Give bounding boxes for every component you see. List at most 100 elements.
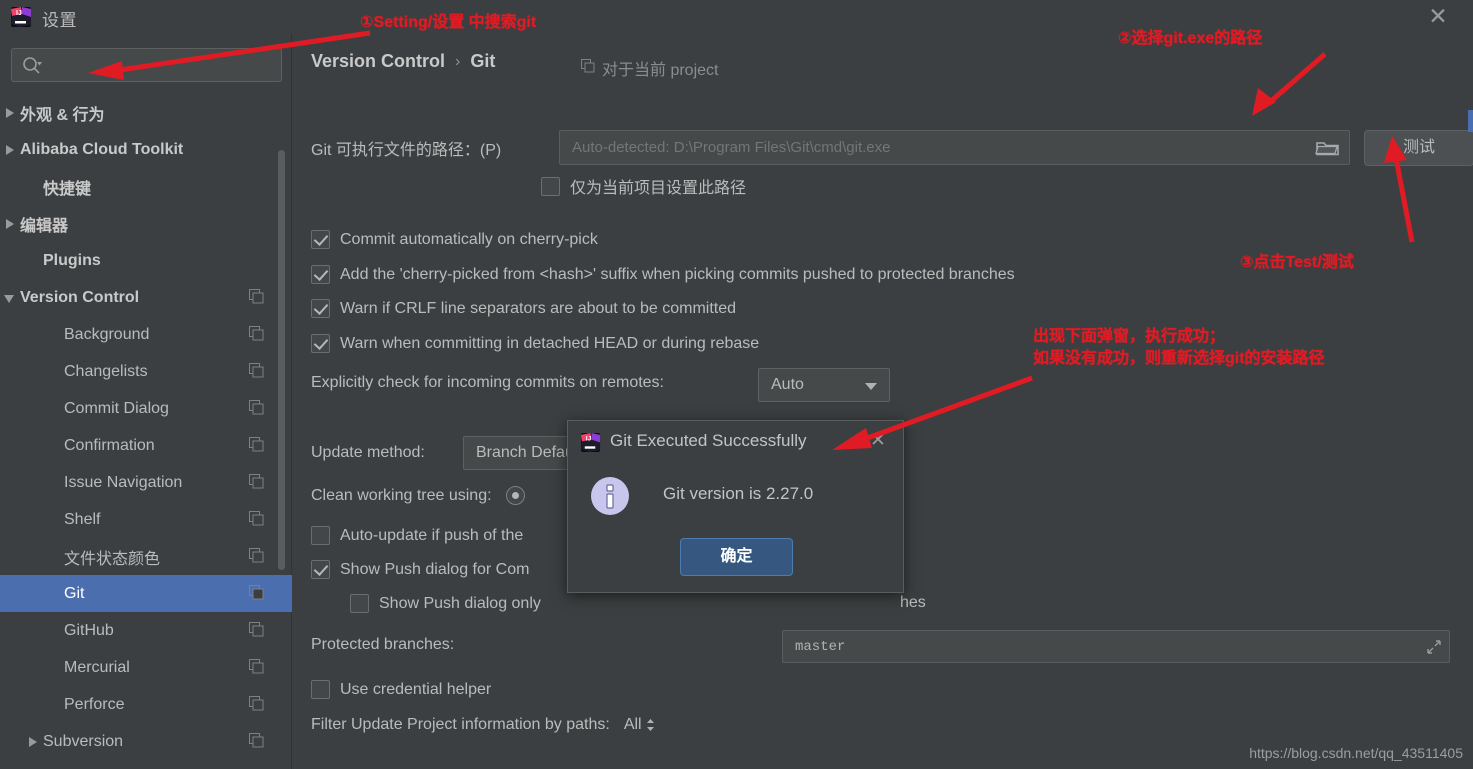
sidebar-item-label: Issue Navigation (64, 473, 183, 491)
copy-icon[interactable] (249, 363, 264, 378)
commit-automatically-checkbox[interactable] (311, 230, 330, 249)
sidebar-item-confirmation[interactable]: Confirmation (0, 427, 292, 464)
dialog-close-icon[interactable]: ✕ (867, 429, 889, 451)
sidebar-item-label: Subversion (43, 732, 124, 750)
sidebar-item-shelf[interactable]: Shelf (0, 501, 292, 538)
window-title: 设置 (42, 11, 77, 30)
warn-detached-head-checkbox[interactable] (311, 334, 330, 353)
only-project-path-checkbox[interactable] (541, 176, 560, 196)
sidebar-item-alibaba-cloud-toolkit[interactable]: Alibaba Cloud Toolkit (0, 131, 292, 168)
auto-update-checkbox[interactable] (311, 526, 330, 545)
search-input[interactable] (48, 49, 278, 81)
incoming-commits-select[interactable]: Auto (758, 368, 890, 402)
checkbox-row-1[interactable]: Add the 'cherry-picked from <hash>' suff… (311, 265, 1015, 284)
dialog-ok-button[interactable]: 确定 (680, 538, 793, 576)
copy-icon[interactable] (249, 585, 264, 600)
clean-working-tree-radio[interactable] (505, 486, 525, 505)
sidebar-item-github[interactable]: GitHub (0, 612, 292, 649)
expand-icon[interactable] (1426, 639, 1442, 655)
copy-icon[interactable] (249, 622, 264, 637)
annotation-1: ①Setting/设置 中搜索git (360, 14, 537, 31)
sidebar-item-perforce[interactable]: Perforce (0, 686, 292, 723)
chevron-right-icon[interactable] (2, 104, 20, 122)
chevron-right-icon[interactable] (2, 141, 20, 159)
project-scope-indicator: 对于当前 project (581, 56, 718, 80)
git-path-input[interactable] (572, 131, 1292, 164)
copy-icon[interactable] (249, 733, 264, 748)
dialog-title: Git Executed Successfully (610, 431, 807, 450)
sidebar-item-issue-navigation[interactable]: Issue Navigation (0, 464, 292, 501)
sidebar-item-plugins[interactable]: Plugins (0, 242, 292, 279)
sidebar-item-[interactable]: 外观 & 行为 (0, 94, 292, 131)
use-credential-helper-row[interactable]: Use credential helper (311, 680, 491, 699)
search-icon (22, 56, 44, 76)
info-icon (590, 476, 630, 516)
git-path-row: Git 可执行文件的路径：(P) 测试 (311, 130, 1473, 166)
git-path-label: Git 可执行文件的路径：(P) (311, 142, 502, 159)
copy-icon[interactable] (249, 289, 264, 304)
breadcrumb-parent[interactable]: Version Control (311, 51, 445, 72)
sidebar-item-label: Commit Dialog (64, 399, 169, 417)
update-method-row: Update method: (311, 444, 425, 462)
sidebar-item-commit-dialog[interactable]: Commit Dialog (0, 390, 292, 427)
only-project-path-row[interactable]: 仅为当前项目设置此路径 (541, 174, 746, 198)
show-push-dialog-only-checkbox[interactable] (350, 594, 369, 613)
auto-update-label: Auto-update if push of the (340, 526, 524, 544)
incoming-commits-label: Explicitly check for incoming commits on… (311, 374, 664, 391)
chevron-right-icon[interactable] (2, 215, 20, 233)
chevron-down-icon[interactable] (2, 289, 20, 307)
sidebar-item-mercurial[interactable]: Mercurial (0, 649, 292, 686)
clean-working-tree-row[interactable]: Clean working tree using: (311, 486, 525, 505)
sidebar-item-git[interactable]: Git (0, 575, 292, 612)
sidebar-scrollbar-track[interactable] (278, 92, 288, 752)
sidebar-item-[interactable]: 文件状态颜色 (0, 538, 292, 575)
sidebar-item-[interactable]: 快捷键 (0, 168, 292, 205)
copy-icon[interactable] (249, 326, 264, 341)
show-push-dialog-row[interactable]: Show Push dialog for Com (311, 560, 529, 579)
copy-icon[interactable] (249, 696, 264, 711)
sidebar-item-background[interactable]: Background (0, 316, 292, 353)
sidebar-item-changelists[interactable]: Changelists (0, 353, 292, 390)
checkbox-row-0[interactable]: Commit automatically on cherry-pick (311, 230, 598, 249)
search-box[interactable] (11, 48, 282, 82)
copy-icon[interactable] (249, 659, 264, 674)
only-project-path-label: 仅为当前项目设置此路径 (570, 180, 747, 197)
show-push-dialog-only-row[interactable]: Show Push dialog only (350, 594, 541, 613)
test-button[interactable]: 测试 (1364, 130, 1473, 166)
sidebar-item-[interactable]: 编辑器 (0, 205, 292, 242)
protected-branches-input[interactable] (795, 631, 1395, 662)
intellij-idea-logo-icon: IJ (10, 6, 32, 28)
cherry-picked-suffix-checkbox[interactable] (311, 265, 330, 284)
sidebar-item-version-control[interactable]: Version Control (0, 279, 292, 316)
copy-icon[interactable] (249, 511, 264, 526)
dialog-intellij-logo-icon: IJ (580, 432, 601, 453)
protected-branches-label: Protected branches: (311, 636, 455, 653)
warn-crlf-checkbox[interactable] (311, 299, 330, 318)
show-push-dialog-checkbox[interactable] (311, 560, 330, 579)
checkbox-label-0: Commit automatically on cherry-pick (340, 230, 598, 248)
copy-icon[interactable] (249, 474, 264, 489)
copy-icon[interactable] (249, 400, 264, 415)
sidebar-item-label: Mercurial (64, 658, 130, 676)
copy-icon[interactable] (249, 548, 264, 563)
checkbox-row-2[interactable]: Warn if CRLF line separators are about t… (311, 299, 736, 318)
sidebar-scrollbar-thumb[interactable] (278, 150, 285, 570)
sidebar-item-label: 文件状态颜色 (64, 550, 161, 568)
sidebar-item-subversion[interactable]: Subversion (0, 723, 292, 760)
auto-update-row[interactable]: Auto-update if push of the (311, 526, 523, 545)
checkbox-row-3[interactable]: Warn when committing in detached HEAD or… (311, 334, 759, 353)
use-credential-helper-checkbox[interactable] (311, 680, 330, 699)
copy-icon (581, 58, 595, 78)
protected-branches-field[interactable] (782, 630, 1450, 663)
sidebar-item-label: GitHub (64, 621, 114, 639)
git-path-field[interactable] (559, 130, 1350, 165)
filter-update-stepper[interactable]: All (624, 716, 655, 734)
chevron-right-icon[interactable] (25, 733, 43, 751)
folder-icon[interactable] (1315, 138, 1341, 158)
incoming-commits-row: Explicitly check for incoming commits on… (311, 374, 664, 392)
close-icon[interactable]: ✕ (1425, 4, 1451, 30)
annotation-2: ②选择git.exe的路径 (1118, 30, 1263, 47)
copy-icon[interactable] (249, 437, 264, 452)
